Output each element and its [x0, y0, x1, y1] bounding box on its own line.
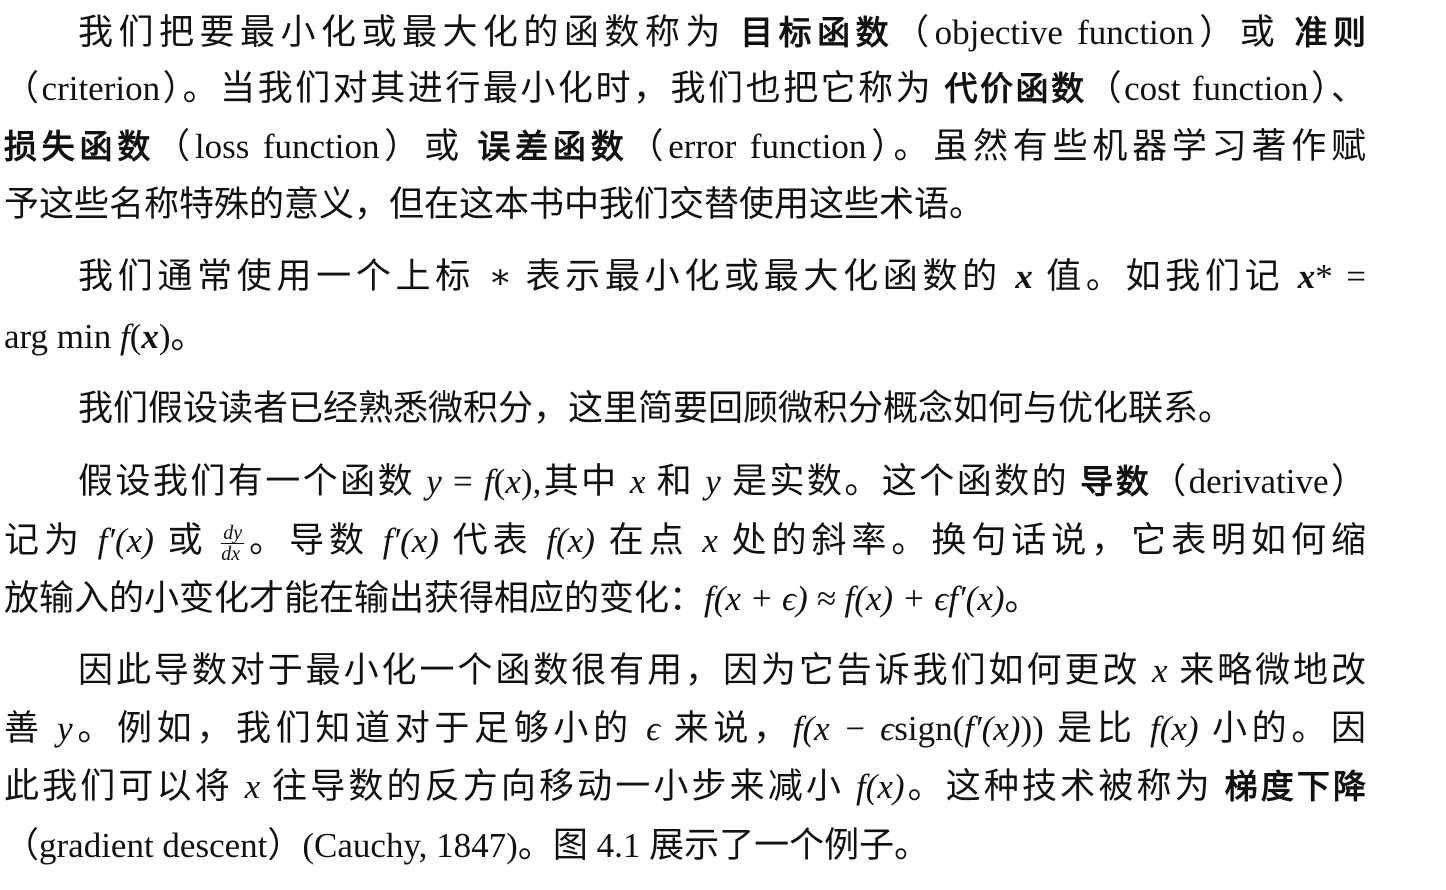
text-line: （gradient descent）(Cauchy, 1847)。图 4.1 展… [4, 821, 1366, 871]
bold-term: 目标函数 [740, 13, 895, 52]
math-text: x [1015, 257, 1033, 296]
text-line: 善 y。例如，我们知道对于足够小的 ϵ 来说，f(x − ϵsign(f′(x)… [4, 704, 1366, 754]
math-text: f(x − ϵ [792, 709, 895, 748]
text-run: 和 [645, 462, 706, 501]
math-text: f′(x) [382, 521, 439, 560]
text-run: 。 [1004, 579, 1040, 618]
math-text: f(x + ϵ) ≈ f(x) + ϵf′(x) [704, 579, 1005, 618]
text-run: 来略微地改 [1167, 651, 1366, 690]
bold-term: 梯度下降 [1224, 767, 1366, 806]
math-text: y [57, 709, 73, 748]
text-run: 记为 [4, 521, 98, 560]
text-run: 。例如，我们知道对于足够小的 [72, 709, 647, 748]
text-run: 我们把要最小化或最大化的函数称为 [78, 13, 741, 52]
math-text: x [629, 462, 646, 501]
math-text: f(x) [1149, 709, 1199, 748]
text-run: （error function）。虽然有些机器学习著作赋 [628, 127, 1367, 166]
bold-term: 误差函数 [477, 127, 629, 166]
text-run: 代表 [438, 521, 547, 560]
math-text: f(x) [855, 767, 905, 806]
text-line: 假设我们有一个函数 y = f(x),其中 x 和 y 是实数。这个函数的 导数… [78, 457, 1366, 507]
text-run: （loss function）或 [155, 127, 478, 166]
text-run: 此我们可以将 [4, 767, 245, 806]
text-run: （criterion）。当我们对其进行最小化时，我们也把它称为 [4, 69, 945, 108]
text-run: 我们通常使用一个上标 ∗ 表示最小化或最大化函数的 [78, 257, 1016, 296]
math-text: f′(x) [97, 521, 154, 560]
text-run: * = [1315, 257, 1366, 296]
math-text: y [426, 462, 442, 501]
text-line: arg min f(x)。 [4, 312, 1366, 362]
math-text: x [244, 767, 261, 806]
text-line: 予这些名称特殊的意义，但在这本书中我们交替使用这些术语。 [4, 180, 1366, 230]
text-run: 予这些名称特殊的意义，但在这本书中我们交替使用这些术语。 [4, 185, 985, 224]
bold-term: 代价函数 [944, 69, 1087, 108]
text-run: 或 [153, 521, 222, 560]
text-run: 善 [4, 709, 58, 748]
text-run: 在点 [594, 521, 703, 560]
text-run: 来说， [660, 709, 793, 748]
text-run: （objective function）或 [894, 13, 1295, 52]
text-run: ( [493, 462, 506, 501]
text-line: 损失函数（loss function）或 误差函数（error function… [4, 122, 1366, 172]
text-line: 此我们可以将 x 往导数的反方向移动一小步来减小 f(x)。这种技术被称为 梯度… [4, 762, 1366, 812]
text-run: sign( [894, 709, 965, 748]
text-run: 处的斜率。换句话说，它表明如何缩 [717, 521, 1366, 560]
text-run: ),其中 [520, 462, 630, 501]
text-line: 放输入的小变化才能在输出获得相应的变化：f(x + ϵ) ≈ f(x) + ϵf… [4, 574, 1366, 624]
bold-term: 导数 [1080, 462, 1152, 501]
math-text: ϵ [646, 709, 661, 748]
text-run: ( [129, 317, 142, 356]
text-run: 。这种技术被称为 [904, 767, 1225, 806]
math-text: y [705, 462, 721, 501]
fraction-denominator: dx [221, 543, 241, 566]
text-line: （criterion）。当我们对其进行最小化时，我们也把它称为 代价函数（cos… [4, 64, 1366, 114]
text-line: 我们通常使用一个上标 ∗ 表示最小化或最大化函数的 x 值。如我们记 x* = [78, 252, 1366, 302]
math-text: f′(x) [964, 709, 1021, 748]
text-run: （cost function）、 [1086, 69, 1366, 108]
math-text: x [505, 462, 521, 501]
text-run: 假设我们有一个函数 [78, 462, 427, 501]
text-run: = [441, 462, 484, 501]
text-run: （gradient descent）(Cauchy, 1847)。图 4.1 展… [4, 826, 930, 865]
text-line: 我们把要最小化或最大化的函数称为 目标函数（objective function… [78, 8, 1366, 58]
text-run: 往导数的反方向移动一小步来减小 [260, 767, 856, 806]
text-run: 放输入的小变化才能在输出获得相应的变化： [4, 579, 705, 618]
text-run: )) 是比 [1020, 709, 1150, 748]
fraction: dy dx [221, 522, 245, 566]
text-run: （derivative） [1151, 462, 1366, 501]
math-text: x [141, 317, 159, 356]
bold-term: 损失函数 [4, 127, 156, 166]
text-line: 我们假设读者已经熟悉微积分，这里简要回顾微积分概念如何与优化联系。 [78, 384, 1366, 434]
text-run: 。导数 [244, 521, 383, 560]
math-text: x [1297, 257, 1316, 296]
math-text: x [1151, 651, 1168, 690]
math-text: x [702, 521, 718, 560]
math-text: f(x) [546, 521, 595, 560]
text-line: 记为 f′(x) 或 dy dx 。导数 f′(x) 代表 f(x) 在点 x 处的… [4, 516, 1366, 566]
text-line: 因此导数对于最小化一个函数很有用，因为它告诉我们如何更改 x 来略微地改 [78, 646, 1366, 696]
text-run: 我们假设读者已经熟悉微积分，这里简要回顾微积分概念如何与优化联系。 [78, 389, 1234, 428]
text-run: 小的。因 [1198, 709, 1366, 748]
math-text: f [120, 317, 130, 356]
text-run: arg min [4, 317, 121, 356]
text-run: )。 [158, 317, 206, 356]
fraction-numerator: dy [221, 522, 245, 545]
text-run: 值。如我们记 [1032, 257, 1298, 296]
text-run: 是实数。这个函数的 [720, 462, 1081, 501]
bold-term: 准则 [1294, 13, 1367, 52]
text-run: 因此导数对于最小化一个函数很有用，因为它告诉我们如何更改 [78, 651, 1152, 690]
math-text: f [483, 462, 494, 501]
